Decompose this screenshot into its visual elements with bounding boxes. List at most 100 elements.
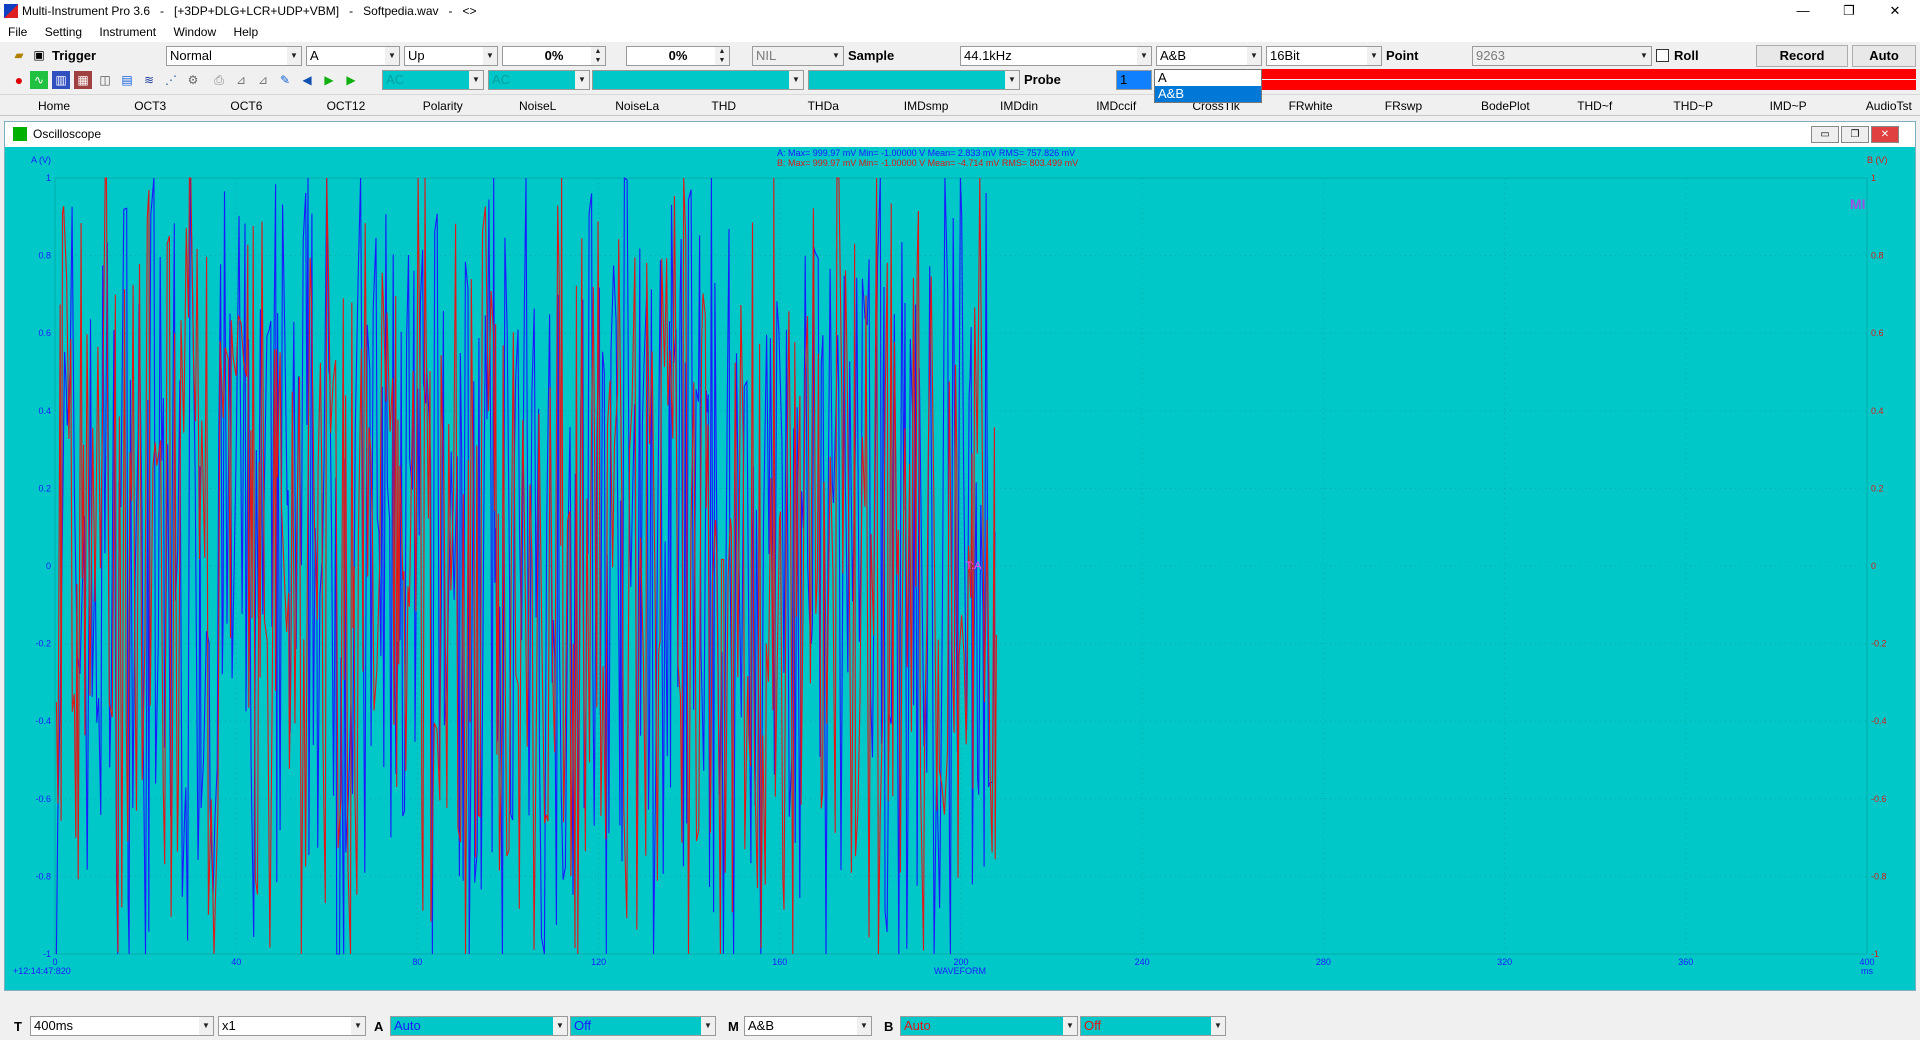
y-tick-label-left: 0.6	[38, 328, 51, 338]
trigger-level-spinner[interactable]: 0% ▲ ▼	[502, 46, 606, 66]
roll-checkbox[interactable]	[1656, 49, 1669, 62]
vibrometer-icon[interactable]: ⋰	[162, 71, 180, 89]
trigger-channel-select[interactable]: A ▼	[306, 46, 400, 66]
tab-imdsmp[interactable]: IMDsmp	[904, 99, 949, 113]
tab-frswp[interactable]: FRswp	[1385, 99, 1422, 113]
tab-thd-f[interactable]: THD~f	[1577, 99, 1612, 113]
tab-oct12[interactable]: OCT12	[327, 99, 366, 113]
spectrum-icon[interactable]: ▥	[52, 71, 70, 89]
calibrate-b-icon[interactable]: ⊿	[254, 71, 272, 89]
minimize-button[interactable]: —	[1780, 0, 1826, 22]
tab-noisel[interactable]: NoiseL	[519, 99, 556, 113]
timestamp-label: +12:14:47:820	[13, 966, 71, 976]
record-dot-icon[interactable]: ●	[10, 71, 28, 89]
spin-arrows-icon[interactable]: ▲ ▼	[715, 47, 729, 65]
x-axis-label: WAVEFORM	[934, 966, 986, 976]
play-icon[interactable]: ▶	[320, 71, 338, 89]
maximize-button[interactable]: ❐	[1826, 0, 1872, 22]
save-icon[interactable]: ▣	[30, 46, 48, 64]
coupling-b-select[interactable]: AC ▼	[488, 70, 590, 90]
tab-audiotst[interactable]: AudioTst	[1866, 99, 1912, 113]
stats-channel-b: B: Max= 999.97 mV Min= -1.00000 V Mean= …	[777, 158, 1078, 168]
oscilloscope-window: Oscilloscope ▭ ❐ ✕ 1 1 0.8 0.8 0.6 0.6 0.4 0.4 0…	[4, 121, 1916, 991]
level-meter-b	[1262, 80, 1916, 90]
probe-value[interactable]: 1	[1116, 70, 1152, 90]
auto-button[interactable]: Auto	[1852, 45, 1916, 67]
mi-marker: MI	[1850, 196, 1866, 212]
tab-polarity[interactable]: Polarity	[423, 99, 463, 113]
window-title: Multi-Instrument Pro 3.6 - [+3DP+DLG+LCR…	[22, 4, 477, 18]
pretrigger-spinner[interactable]: 0% ▲ ▼	[626, 46, 730, 66]
oscilloscope-icon[interactable]: ∿	[30, 71, 48, 89]
channel-a-offset-select[interactable]: Off ▼	[570, 1016, 716, 1036]
sample-rate-select[interactable]: 44.1kHz ▼	[960, 46, 1152, 66]
menu-help[interactable]: Help	[225, 22, 264, 39]
tab-thd[interactable]: THD	[711, 99, 736, 113]
open-folder-icon[interactable]: ▰	[10, 46, 28, 64]
chevron-down-icon: ▼	[385, 47, 399, 65]
bit-depth-select[interactable]: 16Bit ▼	[1266, 46, 1382, 66]
x-tick-label: 240	[1135, 957, 1150, 967]
coupling-a-select[interactable]: AC ▼	[382, 70, 484, 90]
trigger-mode-select[interactable]: Normal ▼	[166, 46, 302, 66]
tab-frwhite[interactable]: FRwhite	[1289, 99, 1333, 113]
tab-oct3[interactable]: OCT3	[134, 99, 166, 113]
tab-imdccif[interactable]: IMDccif	[1096, 99, 1136, 113]
zoom-select[interactable]: x1 ▼	[218, 1016, 366, 1036]
play-next-icon[interactable]: ▶	[342, 71, 360, 89]
generator-select[interactable]: ▼	[592, 70, 804, 90]
chevron-down-icon: ▼	[287, 47, 301, 65]
oscilloscope-title-bar: Oscilloscope ▭ ❐ ✕	[5, 122, 1915, 147]
channel-b-label: B	[884, 1019, 894, 1034]
spin-arrows-icon[interactable]: ▲ ▼	[591, 47, 605, 65]
menu-setting[interactable]: Setting	[37, 22, 88, 39]
y-tick-label-right: 0.4	[1871, 406, 1884, 416]
math-select[interactable]: A&B ▼	[744, 1016, 872, 1036]
stats-channel-a: A: Max= 999.97 mV Min= -1.00000 V Mean= …	[777, 148, 1075, 158]
tab-oct6[interactable]: OCT6	[230, 99, 262, 113]
trigger-marker: T:A	[966, 560, 983, 572]
tab-noisela[interactable]: NoiseLa	[615, 99, 659, 113]
tab-home[interactable]: Home	[38, 99, 70, 113]
y-tick-label-left: 0.2	[38, 483, 51, 493]
nil-select[interactable]: NIL ▼	[752, 46, 844, 66]
data-logger-icon[interactable]: ≋	[140, 71, 158, 89]
tools-icon[interactable]: ✎	[276, 71, 294, 89]
tab-imddin[interactable]: IMDdin	[1000, 99, 1038, 113]
channel-a-range-select[interactable]: Auto ▼	[390, 1016, 568, 1036]
x-unit-label: ms	[1861, 966, 1873, 976]
dds-icon[interactable]: ▤	[118, 71, 136, 89]
menu-instrument[interactable]: Instrument	[91, 22, 162, 39]
meters-icon[interactable]: ◫	[96, 71, 114, 89]
menu-window[interactable]: Window	[165, 22, 222, 39]
spectrogram-icon[interactable]: ▦	[74, 71, 92, 89]
osc-close-button[interactable]: ✕	[1871, 126, 1899, 143]
dropdown-option-a[interactable]: A	[1155, 70, 1261, 86]
menu-file[interactable]: File	[0, 22, 33, 39]
calibrate-a-icon[interactable]: ⊿	[232, 71, 250, 89]
tab-thd-p[interactable]: THD~P	[1673, 99, 1713, 113]
instrument-tabs: Home OCT3 OCT6 OCT12 Polarity NoiseL NoiseLa TH…	[0, 94, 1920, 116]
speaker-icon[interactable]: ◀	[298, 71, 316, 89]
osc-minimize-button[interactable]: ▭	[1811, 126, 1839, 143]
signal-select[interactable]: ▼	[808, 70, 1020, 90]
channel-select[interactable]: A&B ▼	[1156, 46, 1262, 66]
channel-b-range-select[interactable]: Auto ▼	[900, 1016, 1078, 1036]
trigger-edge-select[interactable]: Up ▼	[404, 46, 498, 66]
record-button[interactable]: Record	[1756, 45, 1848, 67]
oscilloscope-plot[interactable]: 1 1 0.8 0.8 0.6 0.6 0.4 0.4 0.2 0.2 0 0 -0.2 -0.2 -0.4…	[5, 147, 1915, 990]
tab-thda[interactable]: THDa	[808, 99, 839, 113]
channel-b-offset-select[interactable]: Off ▼	[1080, 1016, 1226, 1036]
y-tick-label-right: 0.6	[1871, 328, 1884, 338]
chevron-down-icon: ▼	[351, 1017, 365, 1035]
printer-icon[interactable]: ⎙	[210, 71, 228, 89]
lcr-icon[interactable]: ⚙	[184, 71, 202, 89]
tab-bodeplot[interactable]: BodePlot	[1481, 99, 1530, 113]
y-tick-label-right: -0.8	[1871, 871, 1887, 881]
timebase-select[interactable]: 400ms ▼	[30, 1016, 214, 1036]
tab-imd-p[interactable]: IMD~P	[1770, 99, 1807, 113]
close-button[interactable]: ✕	[1872, 0, 1918, 22]
dropdown-option-ab[interactable]: A&B	[1155, 86, 1261, 102]
osc-restore-button[interactable]: ❐	[1841, 126, 1869, 143]
point-count-select[interactable]: 9263 ▼	[1472, 46, 1652, 66]
